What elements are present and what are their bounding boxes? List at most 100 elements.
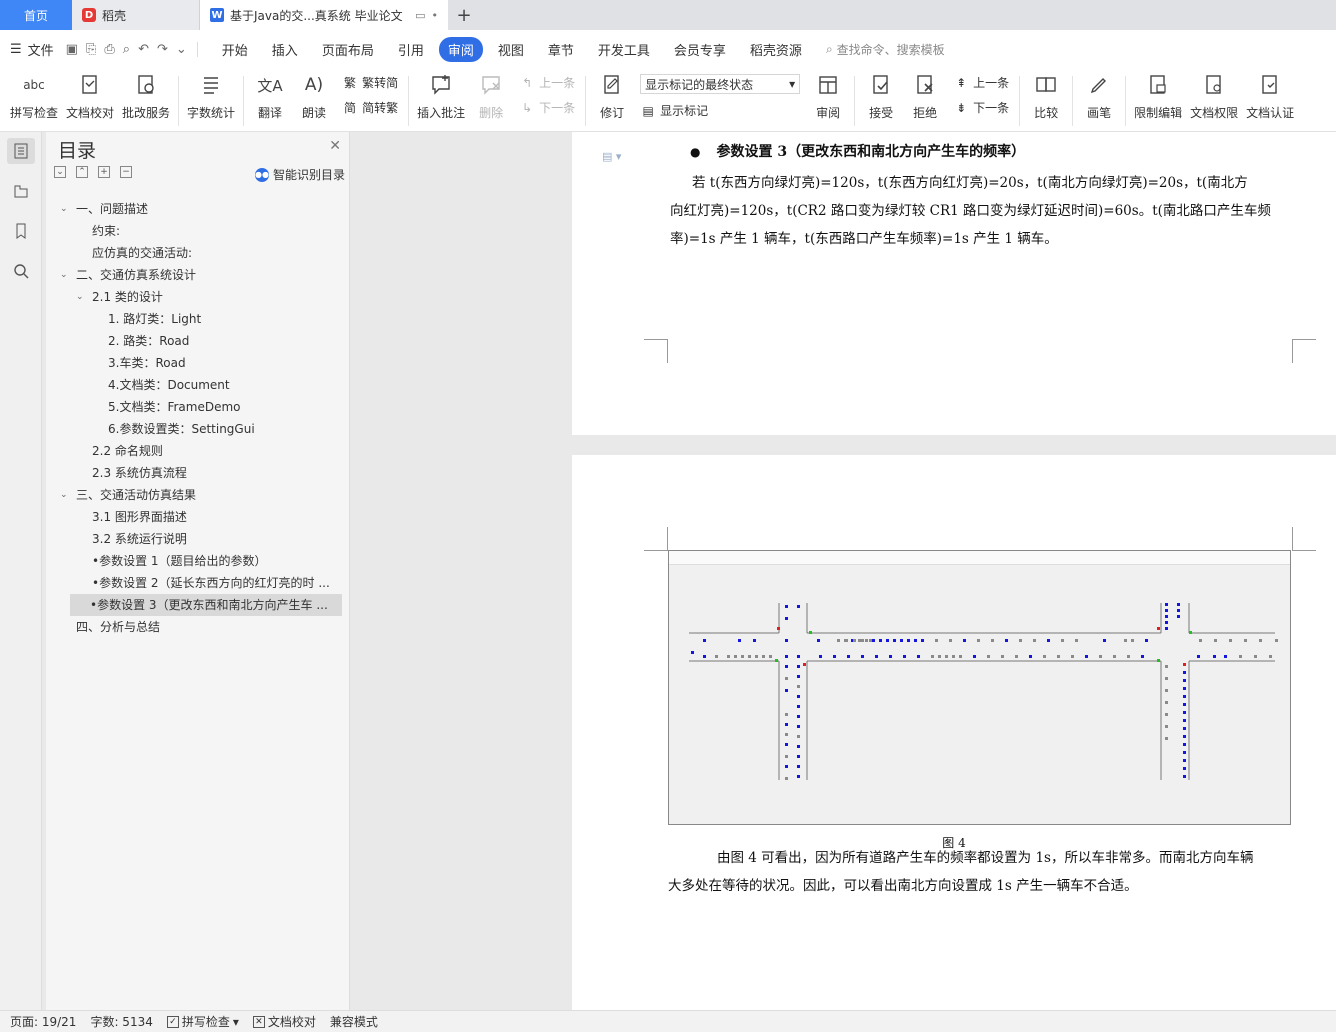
remove-heading-icon[interactable]: −: [120, 166, 132, 178]
compare-button[interactable]: 比较: [1024, 70, 1068, 121]
toc-item[interactable]: 3.1 图形界面描述: [46, 506, 350, 528]
read-aloud-button[interactable]: A) 朗读: [292, 70, 336, 121]
translate-button[interactable]: 文A 翻译: [248, 70, 292, 121]
show-markup-button[interactable]: ▤ 显示标记: [640, 102, 800, 119]
simplified-to-traditional-button[interactable]: 简简转繁: [342, 99, 398, 116]
pen-button[interactable]: 画笔: [1077, 70, 1121, 121]
review-pane-button[interactable]: 审阅: [806, 70, 850, 121]
prev-change-button[interactable]: ⇞ 上一条: [953, 74, 1009, 91]
close-icon[interactable]: ✕: [329, 138, 341, 154]
smart-toc-button[interactable]: ●● 智能识别目录: [254, 166, 345, 183]
toc-item[interactable]: 1. 路灯类：Light: [46, 308, 350, 330]
car-marker: [977, 639, 980, 642]
restrict-edit-button[interactable]: 限制编辑: [1130, 70, 1186, 121]
menu-member[interactable]: 会员专享: [665, 37, 735, 62]
chevron-down-icon[interactable]: ⌄: [60, 264, 68, 286]
toc-item[interactable]: ⌄ 一、问题描述: [46, 198, 350, 220]
traditional-to-simplified-button[interactable]: 繁繁转简: [342, 74, 398, 91]
toc-item[interactable]: 5.文档类：FrameDemo: [46, 396, 350, 418]
toc-item[interactable]: •参数设置 2（延长东西方向的红灯亮的时 ...: [46, 572, 350, 594]
search-icon[interactable]: [7, 258, 35, 284]
next-comment-button[interactable]: ↳ 下一条: [519, 99, 575, 116]
accept-button[interactable]: 接受: [859, 70, 903, 121]
word-count-button[interactable]: 字数统计: [183, 70, 239, 121]
toc-item[interactable]: 2. 路类：Road: [46, 330, 350, 352]
undo-icon[interactable]: ↶: [138, 42, 149, 57]
doc-certify-button[interactable]: 文档认证: [1242, 70, 1298, 121]
read-aloud-label: 朗读: [302, 106, 327, 120]
reject-button[interactable]: 拒绝: [903, 70, 947, 121]
doc-permission-button[interactable]: 文档权限: [1186, 70, 1242, 121]
chapter-nav-icon[interactable]: [7, 178, 35, 204]
menu-review[interactable]: 审阅: [438, 36, 483, 62]
toc-item[interactable]: 4.文档类：Document: [46, 374, 350, 396]
window-icon[interactable]: ▭: [415, 9, 425, 22]
toc-item[interactable]: 3.2 系统运行说明: [46, 528, 350, 550]
toc-item[interactable]: 四、分析与总结: [46, 616, 350, 638]
expand-all-icon[interactable]: ⌄: [54, 166, 66, 178]
tab-document[interactable]: W 基于Java的交...真系统 毕业论文 ▭ •: [200, 0, 448, 30]
insert-comment-button[interactable]: 插入批注: [413, 70, 469, 121]
collapse-all-icon[interactable]: ⌃: [76, 166, 88, 178]
toc-panel-icon[interactable]: [6, 138, 35, 164]
tab-close-icon[interactable]: •: [432, 9, 439, 22]
bookmark-icon[interactable]: [7, 218, 35, 244]
car-marker: [1213, 655, 1216, 658]
car-marker: [865, 639, 868, 642]
batch-service-button[interactable]: 批改服务: [118, 70, 174, 121]
next-change-button[interactable]: ⇟ 下一条: [953, 99, 1009, 116]
status-proofread[interactable]: ✕ 文档校对: [252, 1013, 316, 1030]
menu-insert[interactable]: 插入: [263, 37, 307, 62]
menu-section[interactable]: 章节: [539, 37, 583, 62]
car-marker: [785, 743, 788, 746]
toc-item[interactable]: 2.3 系统仿真流程: [46, 462, 350, 484]
toc-item[interactable]: ⌄ 2.1 类的设计: [46, 286, 350, 308]
toc-item[interactable]: 应仿真的交通活动:: [46, 242, 350, 264]
toc-item[interactable]: 3.车类：Road: [46, 352, 350, 374]
print-preview-icon[interactable]: ⌕: [123, 42, 130, 57]
spell-check-button[interactable]: abc 拼写检查: [6, 70, 62, 121]
page-indicator[interactable]: 页面: 19/21: [10, 1013, 76, 1030]
toc-item[interactable]: ⌄ 三、交通活动仿真结果: [46, 484, 350, 506]
toc-item[interactable]: 约束:: [46, 220, 350, 242]
menu-daoke-resources[interactable]: 稻壳资源: [741, 37, 811, 62]
customize-chevron-icon[interactable]: ⌄: [176, 42, 187, 57]
doc-proofread-button[interactable]: 文档校对: [62, 70, 118, 121]
toc-item[interactable]: 2.2 命名规则: [46, 440, 350, 462]
toc-item[interactable]: ⌄ 二、交通仿真系统设计: [46, 264, 350, 286]
menu-developer[interactable]: 开发工具: [589, 37, 659, 62]
delete-comment-button[interactable]: 删除: [469, 70, 513, 121]
menu-view[interactable]: 视图: [489, 37, 533, 62]
menu-layout[interactable]: 页面布局: [313, 37, 383, 62]
chevron-down-icon[interactable]: ⌄: [76, 286, 84, 308]
redo-icon[interactable]: ↷: [157, 42, 168, 57]
menu-start[interactable]: 开始: [213, 37, 257, 62]
menu-references[interactable]: 引用: [389, 37, 433, 62]
car-marker: [893, 639, 896, 642]
file-menu[interactable]: ☰ 文件: [10, 40, 54, 59]
car-marker: [1183, 759, 1186, 762]
chevron-down-icon[interactable]: ⌄: [60, 484, 68, 506]
revise-button[interactable]: 修订: [590, 70, 634, 121]
toc-item[interactable]: 6.参数设置类：SettingGui: [46, 418, 350, 440]
prev-comment-button[interactable]: ↰ 上一条: [519, 74, 575, 91]
toc-item[interactable]: •参数设置 3（更改东西和南北方向产生车 ...: [70, 594, 342, 616]
add-heading-icon[interactable]: +: [98, 166, 110, 178]
status-spell-check[interactable]: ✓ 拼写检查 ▾: [166, 1013, 239, 1030]
command-search[interactable]: ⌕ 查找命令、搜索模板: [826, 41, 945, 58]
tab-daoke[interactable]: D 稻壳: [72, 0, 200, 30]
page-menu-icon[interactable]: ▤ ▾: [602, 150, 621, 163]
car-marker: [991, 639, 994, 642]
print-icon[interactable]: ⎙: [104, 42, 114, 57]
car-marker: [797, 665, 800, 668]
markup-state-select[interactable]: 显示标记的最终状态 ▾: [640, 74, 801, 94]
chevron-down-icon[interactable]: ⌄: [60, 198, 68, 220]
document-canvas: ▤ ▾ ● 参数设置 3（更改东西和南北方向产生车的频率） 若 t(东西方向绿灯亮…: [357, 132, 1336, 1010]
export-pdf-icon[interactable]: ⎘: [86, 42, 96, 57]
tab-home[interactable]: 首页: [0, 0, 72, 30]
ribbon-divider: [408, 76, 410, 126]
toc-item[interactable]: •参数设置 1（题目给出的参数）: [46, 550, 350, 572]
save-icon[interactable]: ▣: [66, 42, 78, 57]
word-count-indicator[interactable]: 字数: 5134: [90, 1013, 152, 1030]
new-tab-button[interactable]: +: [448, 0, 480, 30]
